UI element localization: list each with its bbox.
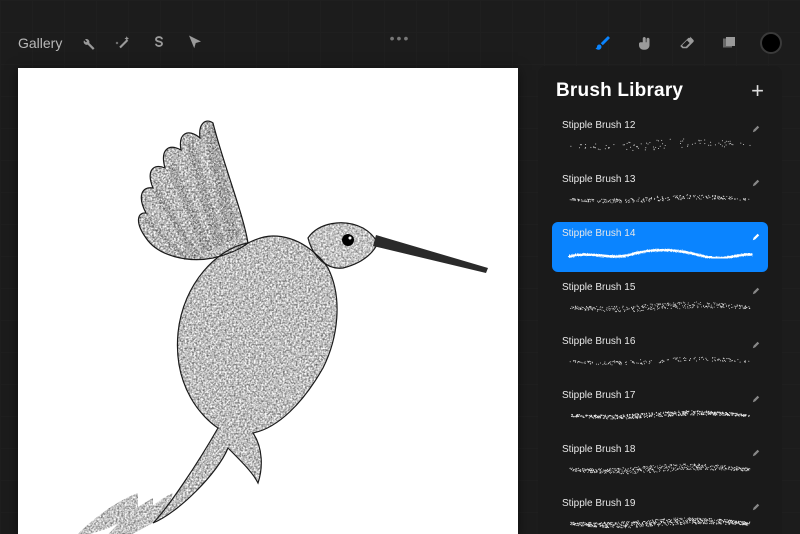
brush-item[interactable]: Stipple Brush 12: [552, 114, 768, 164]
brush-list[interactable]: Stipple Brush 12 Stipple Brush 13 Stippl…: [538, 114, 782, 534]
brush-preview: [562, 188, 758, 210]
brush-preview: [562, 242, 758, 264]
brush-edit-icon: [752, 444, 760, 452]
brush-preview: [562, 296, 758, 318]
s-icon[interactable]: [148, 32, 170, 54]
brush-preview: [562, 404, 758, 426]
cursor-icon[interactable]: [184, 32, 206, 54]
brush-item[interactable]: Stipple Brush 19: [552, 492, 768, 534]
brush-edit-icon: [752, 390, 760, 398]
wand-icon[interactable]: [112, 32, 134, 54]
brush-name-label: Stipple Brush 12: [562, 120, 758, 131]
brush-name-label: Stipple Brush 15: [562, 282, 758, 293]
brush-library-title: Brush Library: [556, 80, 683, 102]
brush-edit-icon: [752, 174, 760, 182]
brush-name-label: Stipple Brush 16: [562, 336, 758, 347]
brush-preview: [562, 134, 758, 156]
brush-preview: [562, 512, 758, 534]
brush-name-label: Stipple Brush 19: [562, 498, 758, 509]
add-brush-button[interactable]: +: [751, 80, 764, 102]
brush-item[interactable]: Stipple Brush 15: [552, 276, 768, 326]
smudge-icon[interactable]: [634, 32, 656, 54]
modify-menu-icon[interactable]: •••: [390, 30, 411, 46]
brush-item[interactable]: Stipple Brush 17: [552, 384, 768, 434]
brush-item[interactable]: Stipple Brush 13: [552, 168, 768, 218]
brush-item[interactable]: Stipple Brush 18: [552, 438, 768, 488]
brush-name-label: Stipple Brush 17: [562, 390, 758, 401]
brush-name-label: Stipple Brush 13: [562, 174, 758, 185]
color-swatch[interactable]: [760, 32, 782, 54]
brush-preview: [562, 350, 758, 372]
brush-edit-icon: [752, 336, 760, 344]
wrench-icon[interactable]: [76, 32, 98, 54]
brush-edit-icon: [752, 228, 760, 236]
brush-item[interactable]: Stipple Brush 14: [552, 222, 768, 272]
brush-name-label: Stipple Brush 18: [562, 444, 758, 455]
brush-edit-icon: [752, 498, 760, 506]
eraser-icon[interactable]: [676, 32, 698, 54]
canvas[interactable]: [18, 68, 518, 534]
brush-edit-icon: [752, 120, 760, 128]
layers-icon[interactable]: [718, 32, 740, 54]
brush-library-panel: Brush Library + Stipple Brush 12 Stipple…: [538, 66, 782, 534]
brush-icon[interactable]: [592, 32, 614, 54]
brush-item[interactable]: Stipple Brush 16: [552, 330, 768, 380]
brush-name-label: Stipple Brush 14: [562, 228, 758, 239]
gallery-button[interactable]: Gallery: [18, 35, 62, 51]
brush-edit-icon: [752, 282, 760, 290]
brush-preview: [562, 458, 758, 480]
